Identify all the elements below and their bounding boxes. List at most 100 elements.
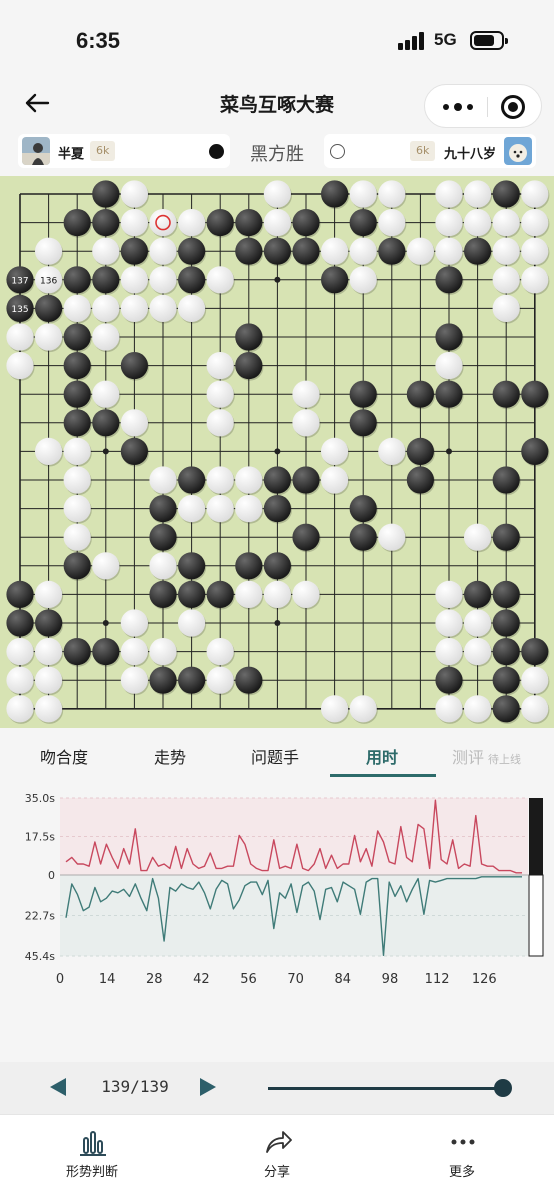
black-stone[interactable]: 135 [6, 294, 35, 324]
white-stone[interactable] [35, 323, 64, 353]
white-stone[interactable] [292, 409, 321, 438]
white-stone[interactable] [206, 666, 235, 696]
white-stone[interactable] [492, 209, 521, 238]
white-stone[interactable] [435, 180, 464, 210]
white-stone[interactable] [63, 523, 92, 553]
black-stone[interactable] [464, 237, 493, 267]
black-stone[interactable] [349, 495, 378, 524]
white-stone[interactable] [263, 209, 292, 238]
black-stone[interactable] [435, 380, 464, 410]
white-stone[interactable] [235, 580, 264, 610]
time-chart-svg[interactable]: 35.0s17.5s022.7s45.4s0 14 28 42 56 70 84 98 112 1… [0, 778, 554, 1008]
black-stone[interactable] [35, 294, 64, 324]
black-stone[interactable] [435, 666, 464, 696]
white-stone[interactable] [6, 638, 35, 667]
black-stone[interactable] [263, 237, 292, 267]
tab-time-usage[interactable]: 用时 [366, 744, 398, 768]
tab-problem-moves[interactable]: 问题手 [251, 744, 299, 768]
white-stone[interactable] [92, 380, 121, 410]
white-stone[interactable] [35, 695, 64, 724]
black-stone[interactable] [321, 266, 350, 295]
white-stone[interactable] [178, 209, 207, 238]
black-stone[interactable] [92, 409, 121, 438]
white-stone[interactable] [235, 466, 264, 496]
next-move-button[interactable] [200, 1078, 216, 1096]
white-stone[interactable] [263, 180, 292, 210]
white-stone[interactable] [92, 237, 121, 267]
black-stone[interactable] [521, 380, 550, 410]
black-stone[interactable] [492, 180, 521, 210]
tab-evaluation[interactable]: 测评 待上线 [452, 744, 521, 768]
black-stone[interactable] [521, 638, 550, 667]
move-slider-thumb[interactable] [494, 1079, 512, 1097]
black-stone[interactable] [321, 180, 350, 210]
black-stone[interactable] [521, 437, 550, 467]
black-stone[interactable] [63, 409, 92, 438]
black-stone[interactable] [349, 409, 378, 438]
black-stone[interactable] [149, 666, 178, 696]
white-stone[interactable] [6, 666, 35, 696]
black-stone[interactable] [263, 495, 292, 524]
black-stone[interactable] [92, 180, 121, 210]
white-stone[interactable] [149, 266, 178, 295]
black-stone[interactable] [492, 380, 521, 410]
white-stone[interactable] [321, 237, 350, 267]
black-stone[interactable] [492, 695, 521, 724]
white-stone[interactable] [464, 523, 493, 553]
black-stone[interactable] [292, 466, 321, 496]
white-stone[interactable] [120, 266, 149, 295]
black-stone[interactable] [235, 666, 264, 696]
black-stone[interactable] [35, 609, 64, 639]
white-stone[interactable] [435, 580, 464, 610]
black-stone[interactable] [92, 266, 121, 295]
black-stone[interactable] [435, 266, 464, 295]
white-stone[interactable] [464, 695, 493, 724]
black-stone[interactable] [178, 266, 207, 295]
black-stone[interactable] [292, 209, 321, 238]
white-stone[interactable] [206, 352, 235, 381]
white-stone[interactable] [149, 294, 178, 324]
more-dots-icon[interactable] [441, 85, 481, 127]
white-stone[interactable] [492, 266, 521, 295]
black-stone[interactable] [120, 237, 149, 267]
black-stone[interactable] [178, 466, 207, 496]
black-stone[interactable] [120, 352, 149, 381]
black-stone[interactable] [378, 237, 407, 267]
black-stone[interactable] [178, 552, 207, 581]
white-stone[interactable] [149, 237, 178, 267]
black-stone[interactable] [206, 580, 235, 610]
black-stone[interactable] [492, 523, 521, 553]
white-stone[interactable] [120, 609, 149, 639]
black-stone[interactable] [6, 580, 35, 610]
black-stone[interactable] [406, 437, 435, 467]
white-stone[interactable] [149, 466, 178, 496]
black-stone[interactable] [63, 552, 92, 581]
white-stone[interactable] [435, 638, 464, 667]
white-stone[interactable] [6, 352, 35, 381]
white-stone[interactable] [206, 466, 235, 496]
white-stone[interactable] [263, 580, 292, 610]
white-stone[interactable] [120, 180, 149, 210]
white-stone[interactable] [492, 294, 521, 324]
white-stone[interactable] [349, 695, 378, 724]
tab-match-rate[interactable]: 吻合度 [40, 744, 88, 768]
white-stone[interactable] [349, 180, 378, 210]
white-stone[interactable] [349, 266, 378, 295]
black-stone[interactable] [349, 380, 378, 410]
white-stone[interactable] [120, 209, 149, 238]
black-stone[interactable] [149, 580, 178, 610]
tab-trend[interactable]: 走势 [154, 744, 186, 768]
black-stone[interactable] [92, 638, 121, 667]
white-stone[interactable] [521, 180, 550, 210]
white-stone[interactable] [521, 266, 550, 295]
black-stone[interactable] [492, 466, 521, 496]
white-stone[interactable] [149, 209, 178, 238]
black-stone[interactable] [120, 437, 149, 467]
white-stone[interactable] [120, 294, 149, 324]
white-stone[interactable] [464, 609, 493, 639]
white-stone[interactable] [378, 209, 407, 238]
nav-situation[interactable]: 形势判断 [0, 1115, 184, 1200]
black-stone[interactable] [92, 209, 121, 238]
white-stone[interactable] [206, 380, 235, 410]
white-stone[interactable] [6, 323, 35, 353]
